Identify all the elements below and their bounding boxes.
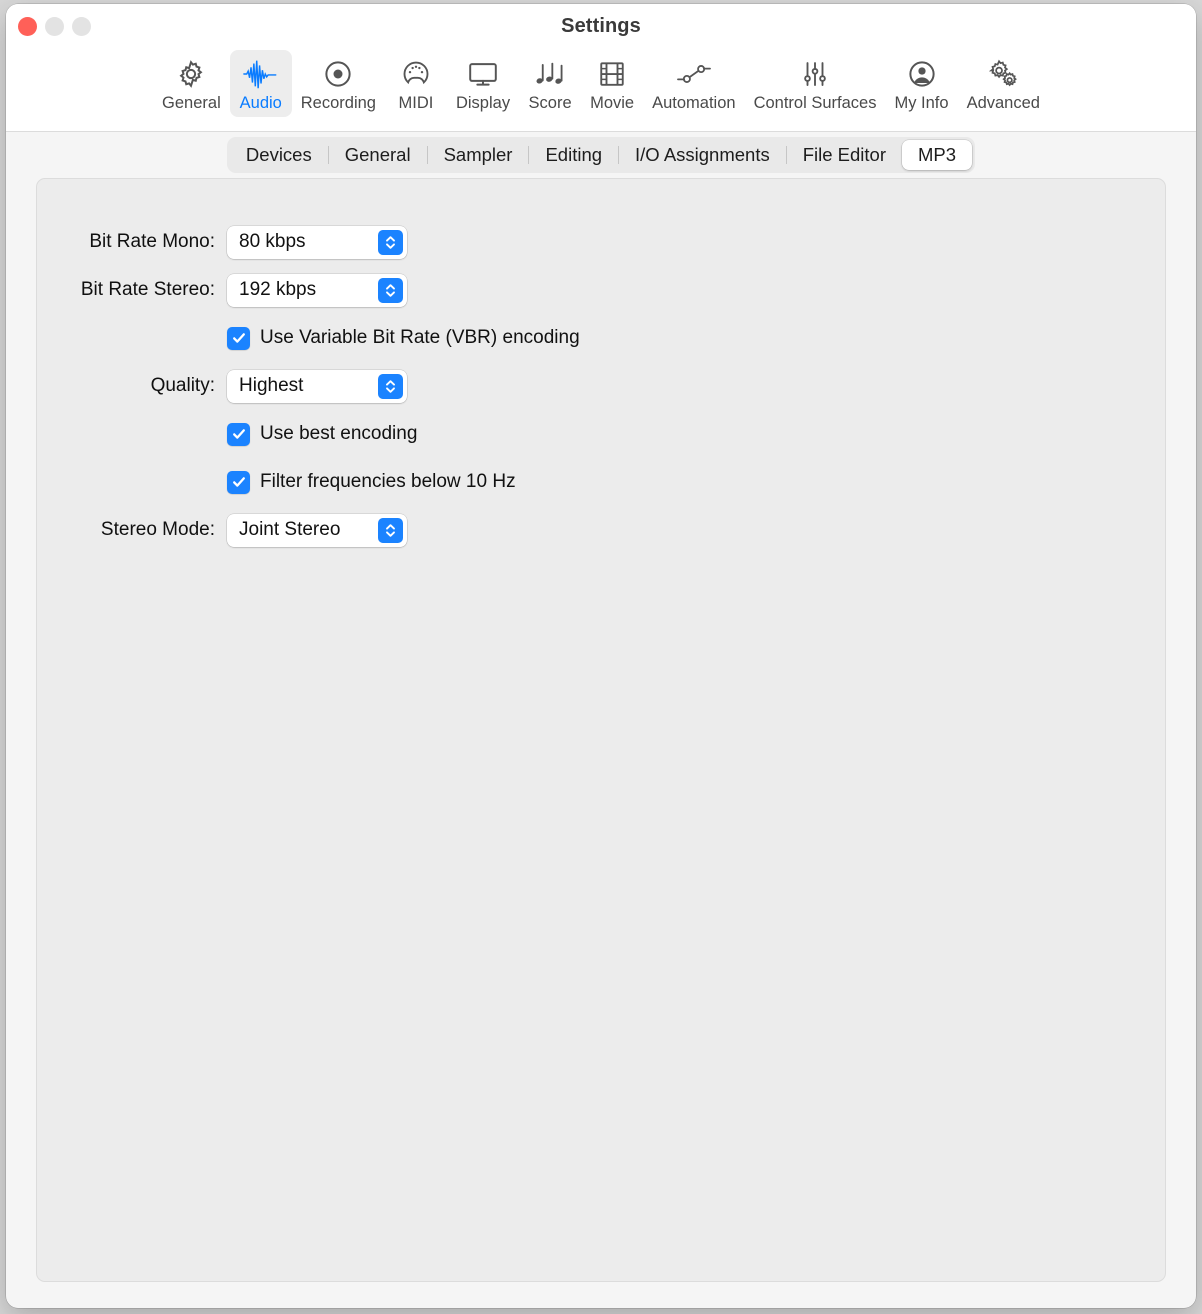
sliders-icon [800,57,830,91]
tab-file-editor[interactable]: File Editor [787,140,902,170]
chevron-up-down-icon [378,517,403,543]
midi-port-icon [401,57,431,91]
vbr-checkbox[interactable] [227,326,250,350]
toolbar-item-label: My Info [894,94,949,112]
window-title: Settings [561,15,641,37]
waveform-icon [242,57,280,91]
toolbar-item-label: Movie [590,94,635,112]
gear-icon [176,57,206,91]
segmented-control: Devices General Sampler Editing I/O Assi… [226,137,976,173]
toolbar-item-label: General [162,94,221,112]
row-stereo-mode: Stereo Mode: Joint Stereo [37,513,1165,547]
toolbar-item-my-info[interactable]: My Info [885,50,957,117]
best-encoding-label: Use best encoding [260,423,418,444]
stereo-mode-popup[interactable]: Joint Stereo [227,513,407,547]
toolbar-item-score[interactable]: Score [519,50,581,117]
filter-frequencies-checkbox[interactable] [227,470,250,494]
settings-window: Settings General Audio Recording MIDI Di… [6,4,1196,1308]
row-quality: Quality: Highest [37,369,1165,403]
toolbar-item-label: Audio [239,94,282,112]
toolbar-item-label: MIDI [398,94,434,112]
row-best-encoding: Use best encoding [37,417,1165,451]
bit-rate-stereo-label: Bit Rate Stereo: [80,279,215,300]
settings-toolbar: General Audio Recording MIDI Display Sco… [6,48,1196,132]
filter-frequencies-label: Filter frequencies below 10 Hz [260,471,516,492]
chevron-up-down-icon [378,277,403,303]
film-strip-icon [598,57,626,91]
bit-rate-mono-label: Bit Rate Mono: [89,231,215,252]
quality-label: Quality: [150,375,215,396]
quality-value: Highest [239,375,304,396]
tab-general[interactable]: General [329,140,427,170]
audio-settings-tabbar: Devices General Sampler Editing I/O Assi… [6,132,1196,178]
content-area: Bit Rate Mono: 80 kbps Bit Rate Stereo: … [6,178,1196,1308]
row-bit-rate-mono: Bit Rate Mono: 80 kbps [37,225,1165,259]
bit-rate-mono-popup[interactable]: 80 kbps [227,225,407,259]
toolbar-item-label: Control Surfaces [753,94,877,112]
toolbar-item-control-surfaces[interactable]: Control Surfaces [745,50,886,117]
toolbar-item-display[interactable]: Display [447,50,519,117]
double-gear-icon [987,57,1019,91]
tab-editing[interactable]: Editing [529,140,618,170]
row-filter-frequencies: Filter frequencies below 10 Hz [37,465,1165,499]
bit-rate-mono-value: 80 kbps [239,231,306,252]
monitor-icon [467,57,499,91]
toolbar-item-general[interactable]: General [153,50,230,117]
record-circle-icon [323,57,353,91]
stereo-mode-label: Stereo Mode: [100,519,215,540]
music-notes-icon [534,57,566,91]
mp3-settings-panel: Bit Rate Mono: 80 kbps Bit Rate Stereo: … [36,178,1166,1282]
row-bit-rate-stereo: Bit Rate Stereo: 192 kbps [37,273,1165,307]
row-vbr: Use Variable Bit Rate (VBR) encoding [37,321,1165,355]
tab-io-assignments[interactable]: I/O Assignments [619,140,786,170]
best-encoding-checkbox[interactable] [227,422,250,446]
tab-devices[interactable]: Devices [230,140,328,170]
stereo-mode-value: Joint Stereo [239,519,341,540]
tab-mp3[interactable]: MP3 [902,140,973,170]
toolbar-item-audio[interactable]: Audio [229,50,292,118]
chevron-up-down-icon [378,229,403,255]
toolbar-item-label: Display [455,94,511,112]
toolbar-item-label: Automation [652,94,736,112]
toolbar-item-recording[interactable]: Recording [292,50,385,117]
toolbar-item-midi[interactable]: MIDI [385,50,447,117]
toolbar-item-movie[interactable]: Movie [581,50,643,117]
automation-nodes-icon [675,57,713,91]
person-circle-icon [907,57,937,91]
bit-rate-stereo-value: 192 kbps [239,279,317,300]
vbr-label: Use Variable Bit Rate (VBR) encoding [260,327,580,348]
tab-sampler[interactable]: Sampler [428,140,529,170]
toolbar-item-automation[interactable]: Automation [643,50,744,117]
bit-rate-stereo-popup[interactable]: 192 kbps [227,273,407,307]
toolbar-item-label: Recording [300,94,376,112]
quality-popup[interactable]: Highest [227,369,407,403]
toolbar-item-advanced[interactable]: Advanced [958,50,1049,117]
toolbar-item-label: Score [528,94,572,112]
chevron-up-down-icon [378,373,403,399]
title-bar: Settings [6,4,1196,48]
toolbar-item-label: Advanced [966,94,1040,112]
